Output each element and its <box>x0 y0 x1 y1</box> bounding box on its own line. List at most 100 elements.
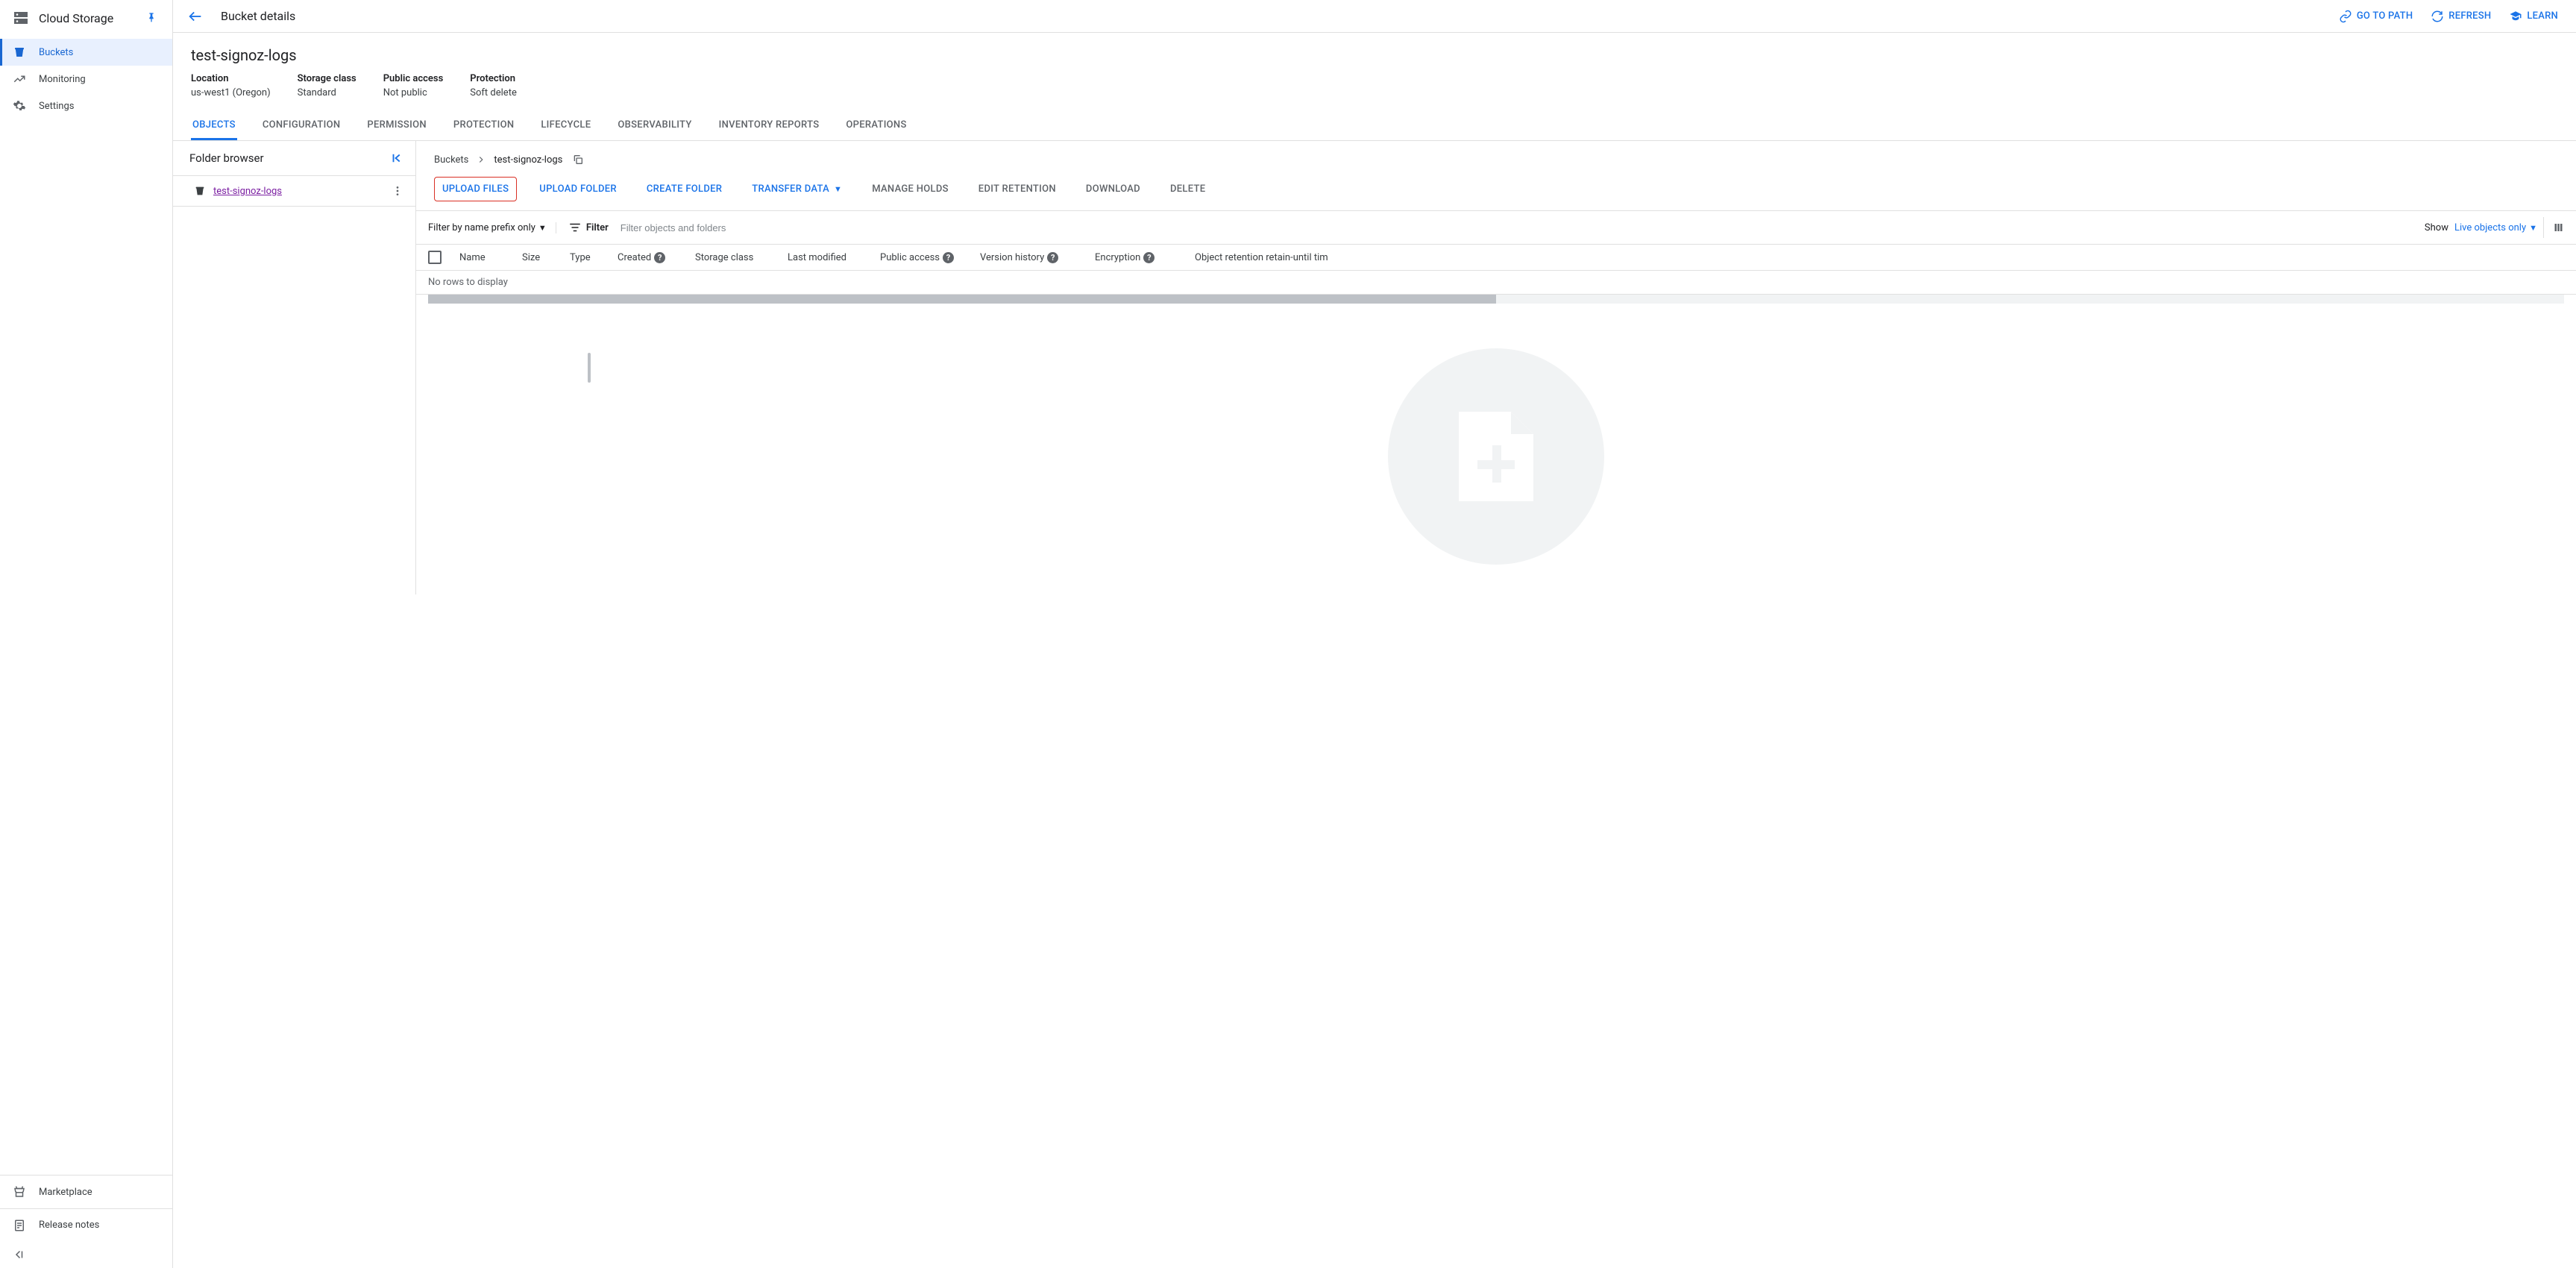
empty-table-message: No rows to display <box>416 271 2576 295</box>
sidebar-item-settings[interactable]: Settings <box>0 92 172 119</box>
tab-objects[interactable]: OBJECTS <box>191 112 237 140</box>
col-version-history[interactable]: Version history ? <box>980 252 1077 263</box>
tab-protection[interactable]: PROTECTION <box>452 112 515 140</box>
manage-holds-button[interactable]: MANAGE HOLDS <box>864 178 956 201</box>
col-name[interactable]: Name <box>459 252 504 263</box>
tab-configuration[interactable]: CONFIGURATION <box>261 112 342 140</box>
help-icon[interactable]: ? <box>654 252 665 263</box>
sidebar-nav: Buckets Monitoring Settings <box>0 36 172 1175</box>
link-icon <box>2339 10 2352 23</box>
tab-observability[interactable]: OBSERVABILITY <box>616 112 693 140</box>
sidebar-item-release-notes[interactable]: Release notes <box>0 1208 172 1241</box>
caret-down-icon: ▼ <box>834 184 842 194</box>
notes-icon <box>12 1218 27 1233</box>
folder-row: test-signoz-logs <box>173 175 415 207</box>
learn-icon <box>2509 10 2522 23</box>
folder-row-menu-button[interactable] <box>389 182 406 200</box>
action-bar: UPLOAD FILES UPLOAD FOLDER CREATE FOLDER… <box>416 174 2576 210</box>
horizontal-scrollbar[interactable] <box>428 295 2564 304</box>
chevron-right-icon <box>476 154 486 165</box>
meta-public-access: Public access Not public <box>383 73 444 98</box>
caret-down-icon: ▼ <box>538 223 547 233</box>
help-icon[interactable]: ? <box>943 252 954 263</box>
sidebar-item-label: Release notes <box>39 1220 99 1231</box>
folder-browser-title: Folder browser <box>189 151 264 165</box>
filter-mode-dropdown[interactable]: Filter by name prefix only ▼ <box>428 222 556 233</box>
page-title: Bucket details <box>221 9 295 23</box>
breadcrumb-root[interactable]: Buckets <box>434 154 468 166</box>
folder-bucket-link[interactable]: test-signoz-logs <box>213 186 282 197</box>
meta-location: Location us-west1 (Oregon) <box>191 73 271 98</box>
filter-input[interactable] <box>621 219 2413 236</box>
tab-operations[interactable]: OPERATIONS <box>844 112 908 140</box>
breadcrumb-current: test-signoz-logs <box>494 154 562 166</box>
sidebar-item-buckets[interactable]: Buckets <box>0 39 172 66</box>
meta-protection: Protection Soft delete <box>470 73 517 98</box>
topbar: Bucket details GO TO PATH REFRESH LEARN <box>173 0 2576 33</box>
table-header: Name Size Type Created ? Storage class L… <box>416 244 2576 271</box>
refresh-label: REFRESH <box>2448 10 2491 22</box>
monitoring-icon <box>12 72 27 87</box>
scrollbar-thumb[interactable] <box>428 295 1496 304</box>
col-created[interactable]: Created ? <box>618 252 677 263</box>
meta-storage-class: Storage class Standard <box>298 73 356 98</box>
tab-inventory-reports[interactable]: INVENTORY REPORTS <box>717 112 821 140</box>
sidebar-item-monitoring[interactable]: Monitoring <box>0 66 172 92</box>
filter-bar: Filter by name prefix only ▼ Filter Show <box>416 210 2576 244</box>
delete-button[interactable]: DELETE <box>1163 178 1213 201</box>
tab-permission[interactable]: PERMISSION <box>365 112 427 140</box>
empty-state-illustration <box>416 304 2576 594</box>
upload-folder-button[interactable]: UPLOAD FOLDER <box>532 178 624 201</box>
col-type[interactable]: Type <box>570 252 600 263</box>
upload-files-button[interactable]: UPLOAD FILES <box>434 177 517 201</box>
go-to-path-button[interactable]: GO TO PATH <box>2336 5 2416 28</box>
go-to-path-label: GO TO PATH <box>2357 10 2413 22</box>
create-folder-button[interactable]: CREATE FOLDER <box>639 178 729 201</box>
bucket-name: test-signoz-logs <box>191 46 2558 64</box>
select-all-checkbox[interactable] <box>428 251 442 264</box>
marketplace-icon <box>12 1184 27 1199</box>
learn-button[interactable]: LEARN <box>2506 5 2561 28</box>
help-icon[interactable]: ? <box>1047 252 1058 263</box>
bucket-icon <box>194 185 206 197</box>
product-logo-icon <box>12 9 30 27</box>
transfer-data-button[interactable]: TRANSFER DATA ▼ <box>744 178 849 201</box>
show-label: Show <box>2425 222 2448 233</box>
bucket-icon <box>12 45 27 60</box>
caret-down-icon: ▼ <box>2529 223 2537 233</box>
col-encryption[interactable]: Encryption ? <box>1095 252 1177 263</box>
sidebar-item-label: Buckets <box>39 47 73 58</box>
tab-lifecycle[interactable]: LIFECYCLE <box>539 112 592 140</box>
sidebar-header: Cloud Storage <box>0 0 172 36</box>
object-area: Buckets test-signoz-logs UPLOAD FILES UP… <box>416 141 2576 594</box>
col-size[interactable]: Size <box>522 252 552 263</box>
learn-label: LEARN <box>2527 10 2558 22</box>
sidebar-item-label: Marketplace <box>39 1187 92 1198</box>
tabs: OBJECTS CONFIGURATION PERMISSION PROTECT… <box>173 112 2576 141</box>
refresh-button[interactable]: REFRESH <box>2428 5 2494 28</box>
back-button[interactable] <box>182 3 209 30</box>
folder-browser-panel: Folder browser test-signoz-logs <box>173 141 416 594</box>
help-icon[interactable]: ? <box>1143 252 1155 263</box>
column-selector-button[interactable] <box>2543 217 2564 238</box>
sidebar-item-label: Monitoring <box>39 74 86 85</box>
download-button[interactable]: DOWNLOAD <box>1078 178 1148 201</box>
col-last-modified[interactable]: Last modified <box>788 252 862 263</box>
copy-path-button[interactable] <box>570 151 586 168</box>
sidebar-item-marketplace[interactable]: Marketplace <box>0 1176 172 1208</box>
pin-button[interactable] <box>142 9 160 27</box>
sidebar-collapse-button[interactable] <box>0 1241 172 1268</box>
edit-retention-button[interactable]: EDIT RETENTION <box>971 178 1064 201</box>
refresh-icon <box>2431 10 2444 23</box>
sidebar-item-label: Settings <box>39 101 74 112</box>
sidebar: Cloud Storage Buckets Monitoring <box>0 0 173 1268</box>
sidebar-footer: Marketplace Release notes <box>0 1175 172 1268</box>
col-storage-class[interactable]: Storage class <box>695 252 770 263</box>
bucket-header: test-signoz-logs Location us-west1 (Oreg… <box>173 33 2576 98</box>
col-public-access[interactable]: Public access ? <box>880 252 962 263</box>
main: Bucket details GO TO PATH REFRESH LEARN <box>173 0 2576 1268</box>
show-dropdown[interactable]: Live objects only ▼ <box>2454 222 2537 233</box>
panel-resize-handle[interactable] <box>588 353 591 383</box>
col-retention[interactable]: Object retention retain-until tim <box>1195 252 1359 263</box>
collapse-folder-panel-button[interactable] <box>390 151 403 165</box>
